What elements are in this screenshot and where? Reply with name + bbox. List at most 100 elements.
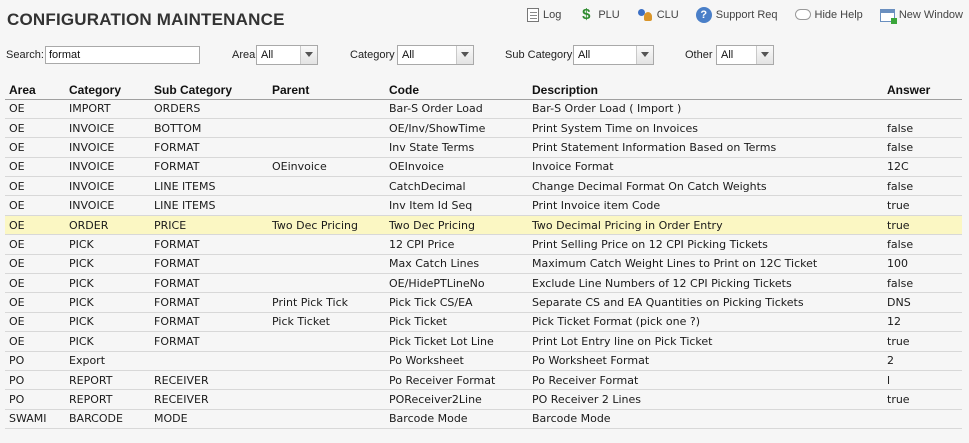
column-header-sub-category[interactable]: Sub Category [150, 81, 268, 100]
cell-area: SWAMI [5, 409, 65, 430]
cell-answer: true [883, 389, 962, 410]
table-row[interactable]: OE PICK FORMAT Print Pick Tick Pick Tick CS/… [5, 292, 962, 313]
column-header-code[interactable]: Code [385, 81, 528, 100]
clu-label: CLU [656, 9, 679, 21]
table-row[interactable]: OE INVOICE FORMAT OEinvoice OEInvoice Invoice… [5, 157, 962, 178]
table-row[interactable]: OE INVOICE LINE ITEMS Inv Item Id Seq Print … [5, 195, 962, 216]
table-row[interactable]: OE INVOICE BOTTOM OE/Inv/ShowTime Print Syst… [5, 118, 962, 139]
cell-sub-category: RECEIVER [150, 370, 268, 391]
cell-category: PICK [65, 254, 150, 275]
chevron-down-icon[interactable] [456, 46, 473, 64]
column-header-area[interactable]: Area [5, 81, 65, 100]
support-req-link[interactable]: ? Support Req [695, 7, 778, 23]
chevron-down-icon[interactable] [300, 46, 317, 64]
cell-category: BARCODE [65, 409, 150, 430]
cell-area: PO [5, 370, 65, 391]
cell-area: OE [5, 176, 65, 197]
cell-description: Bar-S Order Load ( Import ) [528, 99, 883, 119]
column-header-parent[interactable]: Parent [268, 81, 385, 100]
subcategory-select-value: All [578, 49, 591, 61]
cell-parent: Two Dec Pricing [268, 215, 385, 236]
table-row[interactable]: OE PICK FORMAT Pick Ticket Pick Ticket Pick T… [5, 312, 962, 333]
cell-answer: false [883, 176, 962, 197]
table-row[interactable]: OE PICK FORMAT Max Catch Lines Maximum Catch… [5, 254, 962, 275]
cell-category: PICK [65, 331, 150, 352]
cell-area: OE [5, 292, 65, 313]
table-row[interactable]: OE PICK FORMAT Pick Ticket Lot Line Print Lo… [5, 331, 962, 352]
log-link[interactable]: Log [526, 8, 561, 22]
search-input[interactable] [45, 46, 200, 64]
cell-code: CatchDecimal [385, 176, 528, 197]
cell-sub-category: BOTTOM [150, 118, 268, 139]
new-window-link[interactable]: New Window [879, 8, 963, 24]
table-row[interactable]: OE ORDER PRICE Two Dec Pricing Two Dec Prici… [5, 215, 962, 236]
cell-parent [268, 176, 385, 197]
table-row[interactable]: SWAMI BARCODE MODE Barcode Mode Barcode Mode [5, 409, 962, 430]
table-row[interactable]: OE INVOICE FORMAT Inv State Terms Print Stat… [5, 137, 962, 158]
other-select[interactable]: All [716, 45, 774, 65]
area-select[interactable]: All [256, 45, 318, 65]
cell-description: Po Receiver Format [528, 370, 883, 391]
cell-parent [268, 234, 385, 255]
cell-area: OE [5, 312, 65, 333]
plu-link[interactable]: $ PLU [578, 7, 620, 23]
cell-parent: OEinvoice [268, 157, 385, 178]
cell-sub-category [150, 351, 268, 371]
table-row[interactable]: OE PICK FORMAT OE/HidePTLineNo Exclude Line … [5, 273, 962, 294]
cell-parent [268, 195, 385, 216]
column-header-category[interactable]: Category [65, 81, 150, 100]
cell-sub-category: FORMAT [150, 312, 268, 333]
cell-answer: false [883, 273, 962, 294]
chevron-down-icon[interactable] [756, 46, 773, 64]
cell-code: OE/Inv/ShowTime [385, 118, 528, 139]
cell-code: POReceiver2Line [385, 389, 528, 410]
hide-help-link[interactable]: Hide Help [794, 7, 863, 23]
cell-area: OE [5, 157, 65, 178]
cell-answer [883, 99, 962, 119]
cell-sub-category: FORMAT [150, 157, 268, 178]
cell-description: Print Invoice item Code [528, 195, 883, 216]
page-title: CONFIGURATION MAINTENANCE [7, 10, 285, 29]
cell-answer: false [883, 118, 962, 139]
cell-area: PO [5, 389, 65, 410]
category-select[interactable]: All [397, 45, 474, 65]
table-row[interactable]: OE IMPORT ORDERS Bar-S Order Load Bar-S Orde… [5, 99, 962, 119]
cell-category: INVOICE [65, 157, 150, 178]
table-row[interactable]: PO Export Po Worksheet Po Worksheet Format 2 [5, 351, 962, 371]
cell-category: PICK [65, 273, 150, 294]
clu-link[interactable]: CLU [637, 7, 679, 23]
table-row[interactable]: PO REPORT RECEIVER POReceiver2Line PO Receiv… [5, 389, 962, 410]
table-row[interactable]: PO REPORT RECEIVER Po Receiver Format Po Rec… [5, 370, 962, 391]
cell-code: 12 CPI Price [385, 234, 528, 255]
subcategory-select[interactable]: All [573, 45, 654, 65]
cell-category: IMPORT [65, 99, 150, 119]
cell-code: OE/HidePTLineNo [385, 273, 528, 294]
cell-description: Print Statement Information Based on Ter… [528, 137, 883, 158]
cell-description: Barcode Mode [528, 409, 883, 430]
cell-sub-category: PRICE [150, 215, 268, 236]
column-header-description[interactable]: Description [528, 81, 883, 100]
column-header-answer[interactable]: Answer [883, 81, 962, 100]
cell-parent [268, 370, 385, 391]
cell-description: Po Worksheet Format [528, 351, 883, 371]
cell-parent [268, 254, 385, 275]
cell-code: Inv State Terms [385, 137, 528, 158]
other-label: Other [685, 49, 713, 61]
table-row[interactable]: OE PICK FORMAT 12 CPI Price Print Selling Pr… [5, 234, 962, 255]
cell-description: Invoice Format [528, 157, 883, 178]
new-window-label: New Window [898, 9, 963, 21]
cell-sub-category: FORMAT [150, 254, 268, 275]
cell-area: OE [5, 137, 65, 158]
cell-category: INVOICE [65, 137, 150, 158]
new-window-icon [879, 8, 897, 24]
cell-answer: 12 [883, 312, 962, 333]
cell-sub-category: RECEIVER [150, 389, 268, 410]
cell-description: Print Lot Entry line on Pick Ticket [528, 331, 883, 352]
table-row[interactable]: OE INVOICE LINE ITEMS CatchDecimal Change De… [5, 176, 962, 197]
cell-category: INVOICE [65, 118, 150, 139]
cell-area: OE [5, 215, 65, 236]
hide-help-label: Hide Help [814, 9, 863, 21]
cell-category: ORDER [65, 215, 150, 236]
cell-parent [268, 118, 385, 139]
chevron-down-icon[interactable] [636, 46, 653, 64]
